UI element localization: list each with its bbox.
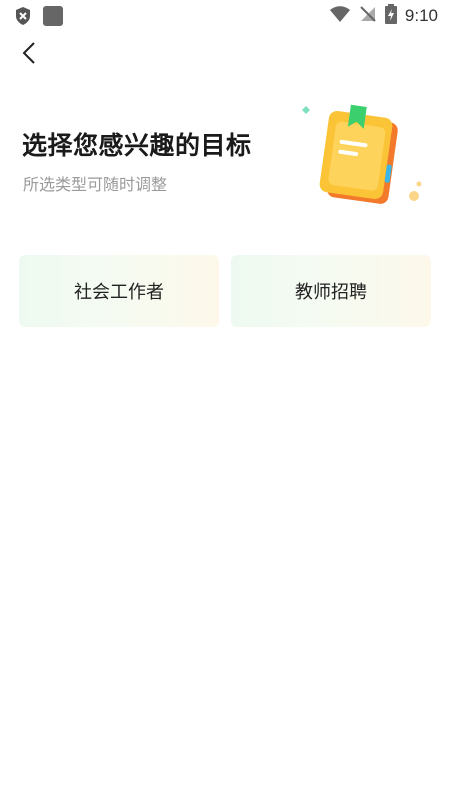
goal-option-teacher-recruitment[interactable]: 教师招聘 (231, 255, 431, 327)
back-button[interactable] (14, 40, 44, 70)
battery-charging-icon (384, 4, 397, 28)
chevron-left-icon (22, 41, 36, 69)
goal-option-social-worker[interactable]: 社会工作者 (19, 255, 219, 327)
shield-x-icon (14, 6, 32, 30)
book-icon (296, 100, 426, 210)
wifi-icon (329, 5, 351, 27)
page-title: 选择您感兴趣的目标 (22, 131, 252, 160)
no-signal-icon (359, 5, 377, 27)
app-square-icon (42, 5, 64, 31)
page-subtitle: 所选类型可随时调整 (23, 175, 168, 194)
status-bar: 9:10 (0, 0, 450, 32)
status-time: 9:10 (404, 6, 438, 25)
goal-options: 社会工作者 教师招聘 (19, 255, 431, 327)
